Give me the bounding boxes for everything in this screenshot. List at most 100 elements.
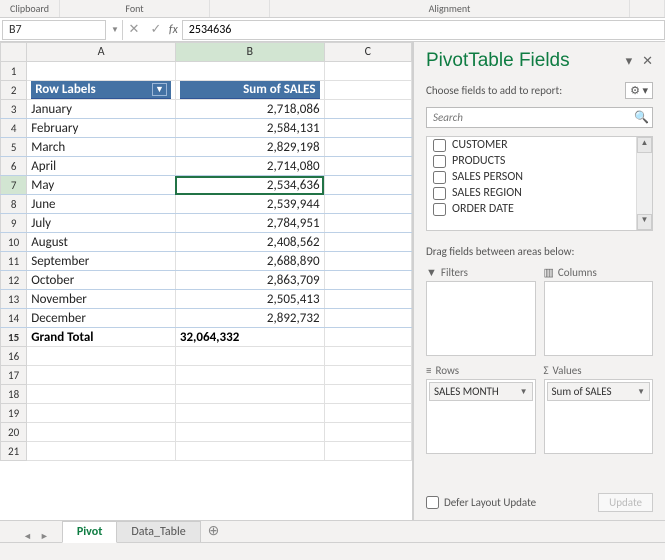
field-item-sales-person[interactable]: SALES PERSON <box>427 169 652 185</box>
columns-area[interactable]: ▥Columns <box>544 266 654 356</box>
field-item-customer[interactable]: CUSTOMER <box>427 137 652 153</box>
row-header[interactable]: 17 <box>1 366 27 385</box>
pivot-row-label[interactable]: August <box>27 233 176 252</box>
pivot-value-header[interactable]: Sum of SALES <box>175 81 324 100</box>
row-header[interactable]: 15 <box>1 328 27 347</box>
pivottable-fields-pane: PivotTable Fields ▾ ✕ Choose fields to a… <box>413 42 665 520</box>
pivot-value[interactable]: 2,718,086 <box>175 100 324 119</box>
row-header[interactable]: 14 <box>1 309 27 328</box>
pivot-row-label[interactable]: October <box>27 271 176 290</box>
enter-formula-icon[interactable]: ✓ <box>145 22 167 37</box>
field-checkbox[interactable] <box>433 203 446 216</box>
row-header[interactable]: 19 <box>1 404 27 423</box>
pivot-row-label[interactable]: May <box>27 176 176 195</box>
row-header[interactable]: 18 <box>1 385 27 404</box>
field-search-input[interactable] <box>426 107 653 128</box>
scroll-up-icon[interactable]: ▲ <box>637 137 652 153</box>
row-header[interactable]: 16 <box>1 347 27 366</box>
row-header[interactable]: 3 <box>1 100 27 119</box>
name-box-dropdown-icon[interactable]: ▼ <box>108 25 122 35</box>
pane-title: PivotTable Fields <box>426 50 570 72</box>
pivot-row-label[interactable]: July <box>27 214 176 233</box>
pivot-value[interactable]: 2,688,890 <box>175 252 324 271</box>
tab-nav-first-icon[interactable]: ◄ <box>20 531 35 542</box>
row-header[interactable]: 21 <box>1 442 27 461</box>
search-icon: 🔍 <box>634 110 649 125</box>
sheet-tab-pivot[interactable]: Pivot <box>62 521 118 543</box>
pivot-row-label[interactable]: December <box>27 309 176 328</box>
name-box[interactable] <box>2 20 106 40</box>
field-list[interactable]: CUSTOMER PRODUCTS SALES PERSON SALES REG… <box>426 136 653 231</box>
defer-layout-checkbox-label[interactable]: Defer Layout Update <box>426 496 536 509</box>
row-header[interactable]: 6 <box>1 157 27 176</box>
row-header[interactable]: 9 <box>1 214 27 233</box>
field-checkbox[interactable] <box>433 155 446 168</box>
pivot-grand-total-value[interactable]: 32,064,332 <box>175 328 324 347</box>
tools-gear-icon[interactable]: ⚙ ▾ <box>625 82 653 99</box>
row-header[interactable]: 12 <box>1 271 27 290</box>
field-list-scrollbar[interactable]: ▲ ▼ <box>636 137 652 230</box>
pivot-value[interactable]: 2,829,198 <box>175 138 324 157</box>
rows-chip-sales-month[interactable]: SALES MONTH▼ <box>429 382 533 401</box>
pivot-row-label[interactable]: November <box>27 290 176 309</box>
row-header[interactable]: 7 <box>1 176 27 195</box>
row-header[interactable]: 4 <box>1 119 27 138</box>
defer-layout-checkbox[interactable] <box>426 496 439 509</box>
pivot-row-label[interactable]: June <box>27 195 176 214</box>
close-pane-icon[interactable]: ✕ <box>642 54 653 69</box>
pivot-value[interactable]: 2,505,413 <box>175 290 324 309</box>
values-area[interactable]: ΣValues Sum of SALES▼ <box>544 364 654 454</box>
pivot-row-label[interactable]: February <box>27 119 176 138</box>
cancel-formula-icon[interactable]: ✕ <box>123 22 145 37</box>
row-header[interactable]: 13 <box>1 290 27 309</box>
row-header[interactable]: 5 <box>1 138 27 157</box>
rows-area[interactable]: ≡Rows SALES MONTH▼ <box>426 364 536 454</box>
field-item-products[interactable]: PRODUCTS <box>427 153 652 169</box>
row-header[interactable]: 1 <box>1 62 27 81</box>
worksheet-grid[interactable]: A B C 1 2 Row Labels▼ Sum of SALES 3Janu… <box>0 42 413 520</box>
pivot-value[interactable]: 2,539,944 <box>175 195 324 214</box>
pivot-row-label[interactable]: January <box>27 100 176 119</box>
formula-input[interactable] <box>182 20 665 40</box>
pivot-filter-dropdown-icon[interactable]: ▼ <box>152 83 167 96</box>
pivot-row-labels-header[interactable]: Row Labels▼ <box>27 81 176 100</box>
pivot-row-label[interactable]: March <box>27 138 176 157</box>
tab-nav-prev-icon[interactable]: ► <box>37 531 52 542</box>
field-item-order-date[interactable]: ORDER DATE <box>427 201 652 217</box>
column-header-b[interactable]: B <box>175 43 324 62</box>
columns-title: Columns <box>558 266 597 279</box>
field-checkbox[interactable] <box>433 171 446 184</box>
row-header[interactable]: 20 <box>1 423 27 442</box>
row-header[interactable]: 8 <box>1 195 27 214</box>
pivot-row-label[interactable]: September <box>27 252 176 271</box>
chip-dropdown-icon[interactable]: ▼ <box>637 387 645 397</box>
column-header-a[interactable]: A <box>27 43 176 62</box>
sheet-tab-data-table[interactable]: Data_Table <box>116 521 200 542</box>
pivot-value[interactable]: 2,863,709 <box>175 271 324 290</box>
select-all-corner[interactable] <box>1 43 27 62</box>
pivot-value[interactable]: 2,892,732 <box>175 309 324 328</box>
scroll-down-icon[interactable]: ▼ <box>637 214 652 230</box>
pivot-value[interactable]: 2,408,562 <box>175 233 324 252</box>
row-header[interactable]: 2 <box>1 81 27 100</box>
new-sheet-icon[interactable]: ⊕ <box>200 519 228 542</box>
field-checkbox[interactable] <box>433 187 446 200</box>
pivot-value[interactable]: 2,714,080 <box>175 157 324 176</box>
update-button[interactable]: Update <box>598 493 653 512</box>
filters-area[interactable]: ▼Filters <box>426 266 536 356</box>
pivot-value[interactable]: 2,784,951 <box>175 214 324 233</box>
pane-options-dropdown-icon[interactable]: ▾ <box>626 54 633 69</box>
column-header-c[interactable]: C <box>324 43 411 62</box>
field-item-sales-region[interactable]: SALES REGION <box>427 185 652 201</box>
active-cell[interactable]: 2,534,636 <box>175 176 324 195</box>
values-chip-sum-of-sales[interactable]: Sum of SALES▼ <box>547 382 651 401</box>
fx-icon[interactable]: fx <box>167 23 182 37</box>
ribbon-group-clipboard: Clipboard <box>0 0 60 17</box>
row-header[interactable]: 10 <box>1 233 27 252</box>
pivot-value[interactable]: 2,584,131 <box>175 119 324 138</box>
pivot-grand-total-label[interactable]: Grand Total <box>27 328 176 347</box>
chip-dropdown-icon[interactable]: ▼ <box>520 387 528 397</box>
field-checkbox[interactable] <box>433 139 446 152</box>
row-header[interactable]: 11 <box>1 252 27 271</box>
pivot-row-label[interactable]: April <box>27 157 176 176</box>
